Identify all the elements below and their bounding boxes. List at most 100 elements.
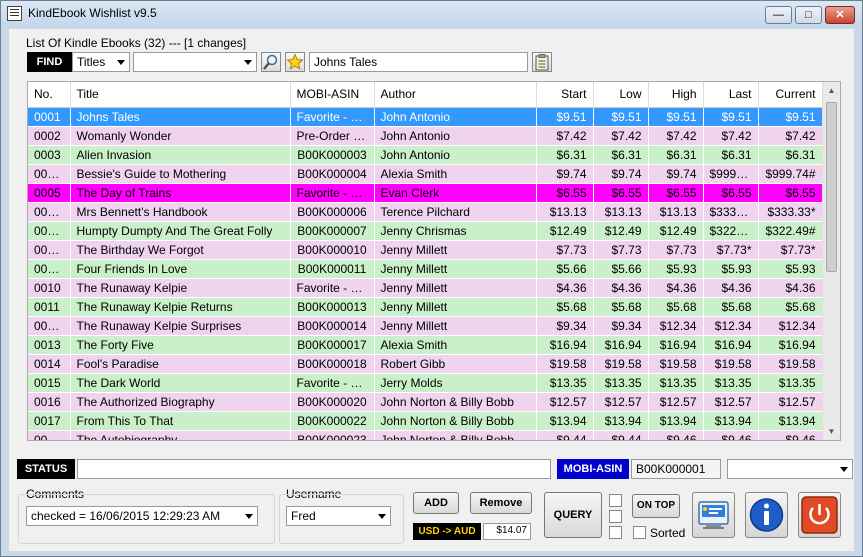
currency-convert-button[interactable]: USD -> AUD: [413, 523, 481, 540]
add-button[interactable]: ADD: [413, 492, 459, 514]
remove-button[interactable]: Remove: [470, 492, 532, 514]
maximize-button[interactable]: □: [795, 6, 822, 24]
cell-asin: B00K000007: [290, 221, 375, 241]
option-checkbox-2[interactable]: [609, 510, 622, 523]
settings-button[interactable]: [692, 492, 735, 538]
cell-asin: Pre-Order - ...: [290, 126, 375, 146]
cell-asin: Favorite - B...: [290, 107, 375, 127]
cell-no: 0015: [28, 373, 71, 393]
cell-author: Jenny Millett: [374, 259, 537, 279]
cell-asin: Favorite - B...: [290, 373, 375, 393]
username-select[interactable]: Fred: [286, 506, 391, 526]
col-header-author[interactable]: Author: [374, 82, 537, 108]
on-top-button[interactable]: ON TOP: [632, 494, 680, 518]
cell-low: $13.94: [593, 411, 649, 431]
query-button[interactable]: QUERY: [544, 492, 602, 538]
find-button[interactable]: FIND: [27, 52, 72, 72]
table-row[interactable]: 0012* The Runaway Kelpie Surprises B00K000…: [28, 316, 823, 336]
table-row[interactable]: 0010 The Runaway Kelpie Favorite - B... Jen…: [28, 278, 823, 298]
cell-no: 0016: [28, 392, 71, 412]
currency-value: $14.07: [483, 523, 531, 540]
table-row[interactable]: 0013 The Forty Five B00K000017 Alexia Smith…: [28, 335, 823, 355]
scroll-down-icon[interactable]: ▼: [823, 423, 840, 440]
cell-no: 0004*: [28, 164, 71, 184]
table-row[interactable]: 0007* Humpty Dumpty And The Great Folly B0…: [28, 221, 823, 241]
chevron-down-icon: [117, 60, 125, 65]
search-input[interactable]: Johns Tales: [309, 52, 528, 72]
mobi-asin-select[interactable]: [727, 459, 853, 479]
col-header-start[interactable]: Start: [536, 82, 594, 108]
cell-title: The Authorized Biography: [70, 392, 291, 412]
cell-asin: Favorite - B...: [290, 183, 375, 203]
table-row[interactable]: 0005 The Day of Trains Favorite - B... Evan…: [28, 183, 823, 203]
table-row[interactable]: 0004* Bessie's Guide to Mothering B00K0000…: [28, 164, 823, 184]
cell-asin: B00K000020: [290, 392, 375, 412]
scroll-thumb[interactable]: [826, 102, 837, 272]
cell-no: 0006*: [28, 202, 71, 222]
cell-low: $13.35: [593, 373, 649, 393]
col-header-high[interactable]: High: [648, 82, 704, 108]
status-label: STATUS: [17, 459, 75, 479]
cell-low: $4.36: [593, 278, 649, 298]
comments-value: checked = 16/06/2015 12:29:23 AM: [31, 509, 221, 523]
status-field: [77, 459, 551, 479]
col-header-last[interactable]: Last: [703, 82, 759, 108]
cell-start: $5.66: [536, 259, 594, 279]
search-button[interactable]: [261, 52, 281, 72]
table-row[interactable]: 0002 Womanly Wonder Pre-Order - ... John An…: [28, 126, 823, 146]
paste-button[interactable]: [532, 52, 552, 72]
option-checkbox-1[interactable]: [609, 494, 622, 507]
cell-start: $12.57: [536, 392, 594, 412]
cell-asin: B00K000010: [290, 240, 375, 260]
cell-start: $9.34: [536, 316, 594, 336]
col-header-low[interactable]: Low: [593, 82, 649, 108]
col-header-no[interactable]: No.: [28, 82, 71, 108]
table-row[interactable]: 0014 Fool's Paradise B00K000018 Robert Gibb…: [28, 354, 823, 374]
grid-scrollbar[interactable]: ▲ ▼: [822, 82, 840, 440]
cell-no: 0010: [28, 278, 71, 298]
close-button[interactable]: ✕: [825, 6, 855, 24]
cell-author: Evan Clerk: [374, 183, 537, 203]
cell-last: $5.68: [703, 297, 759, 317]
mobi-asin-field[interactable]: B00K000001: [631, 459, 721, 479]
comments-select[interactable]: checked = 16/06/2015 12:29:23 AM: [26, 506, 258, 526]
table-row[interactable]: 0018* The Autobiography B00K000023 John Nor…: [28, 430, 823, 440]
cell-author: John Norton & Billy Bobb: [374, 430, 537, 440]
cell-title: The Forty Five: [70, 335, 291, 355]
cell-low: $12.49: [593, 221, 649, 241]
info-button[interactable]: [745, 492, 788, 538]
power-button[interactable]: [798, 492, 841, 538]
cell-author: John Antonio: [374, 126, 537, 146]
table-row[interactable]: 0001 Johns Tales Favorite - B... John Anton…: [28, 107, 823, 127]
star-icon: [286, 53, 304, 70]
search-field-select[interactable]: Titles: [72, 52, 130, 72]
ebook-grid[interactable]: No. Title MOBI-ASIN Author Start Low Hig…: [27, 81, 841, 441]
col-header-title[interactable]: Title: [70, 82, 291, 108]
search-criteria-select[interactable]: [133, 52, 257, 72]
list-label: List Of Kindle Ebooks (32) --- [1 change…: [26, 36, 247, 50]
cell-low: $6.55: [593, 183, 649, 203]
cell-author: John Antonio: [374, 145, 537, 165]
option-checkbox-3[interactable]: [609, 526, 622, 539]
table-row[interactable]: 0017 From This To That B00K000022 John Nort…: [28, 411, 823, 431]
cell-no: 0012*: [28, 316, 71, 336]
table-row[interactable]: 0006* Mrs Bennett's Handbook B00K000006 Ter…: [28, 202, 823, 222]
scroll-up-icon[interactable]: ▲: [823, 82, 840, 99]
favorite-button[interactable]: [285, 52, 305, 72]
cell-asin: B00K000003: [290, 145, 375, 165]
cell-low: $6.31: [593, 145, 649, 165]
minimize-button[interactable]: —: [765, 6, 792, 24]
sorted-checkbox[interactable]: [633, 526, 646, 539]
table-row[interactable]: 0003 Alien Invasion B00K000003 John Antonio…: [28, 145, 823, 165]
col-header-asin[interactable]: MOBI-ASIN: [290, 82, 375, 108]
cell-last: $12.57: [703, 392, 759, 412]
col-header-current[interactable]: Current: [758, 82, 823, 108]
table-row[interactable]: 0009* Four Friends In Love B00K000011 Jenny…: [28, 259, 823, 279]
table-row[interactable]: 0016 The Authorized Biography B00K000020 Jo…: [28, 392, 823, 412]
cell-start: $4.36: [536, 278, 594, 298]
table-row[interactable]: 0008* The Birthday We Forgot B00K000010 Jen…: [28, 240, 823, 260]
cell-start: $9.44: [536, 430, 594, 440]
table-row[interactable]: 0011 The Runaway Kelpie Returns B00K000013…: [28, 297, 823, 317]
table-row[interactable]: 0015 The Dark World Favorite - B... Jerry M…: [28, 373, 823, 393]
cell-asin: Favorite - B...: [290, 278, 375, 298]
